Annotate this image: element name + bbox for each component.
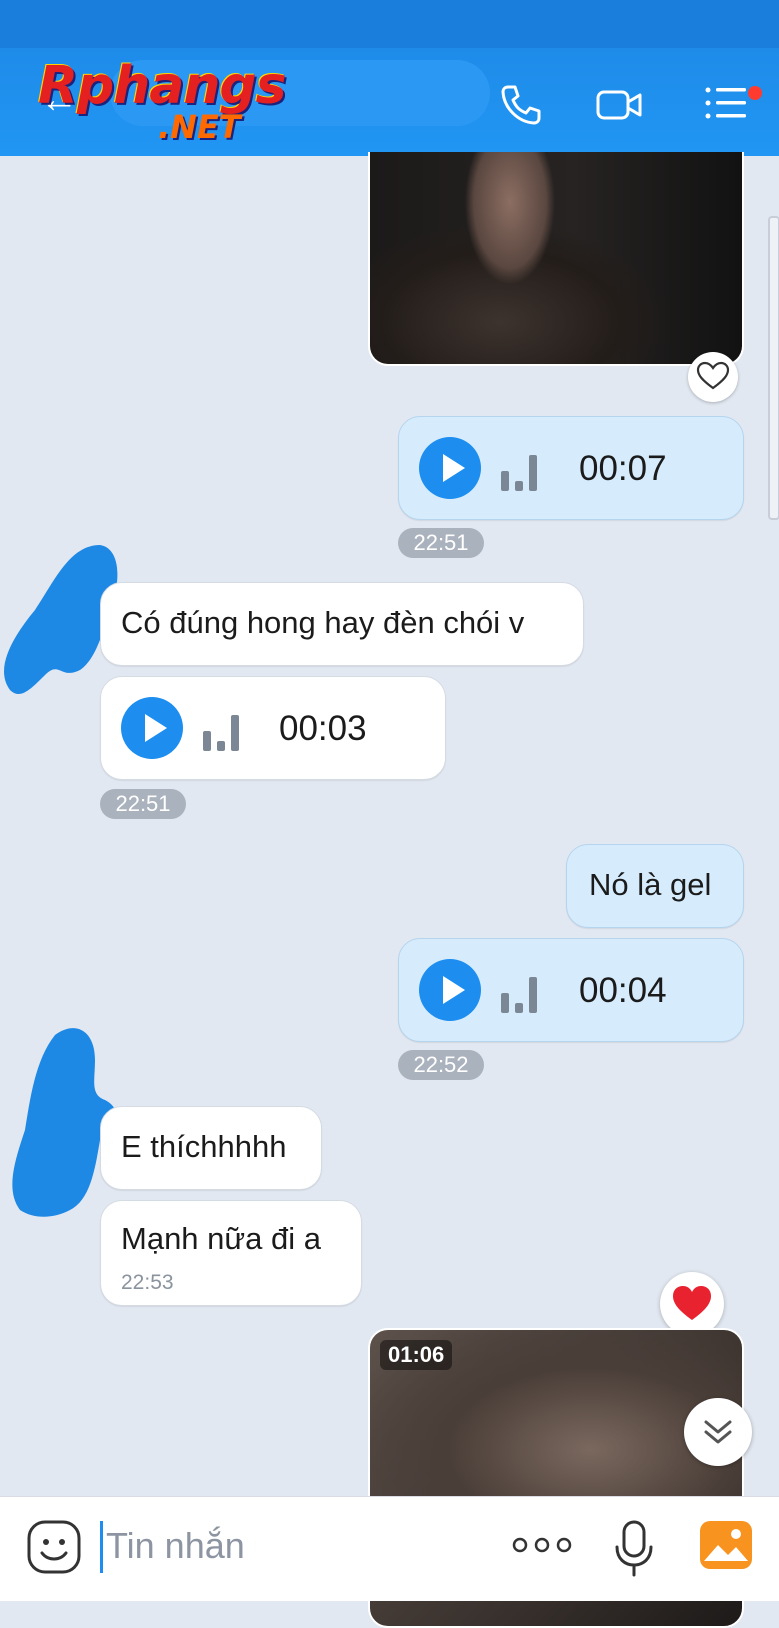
scrollbar[interactable] (768, 216, 779, 520)
outgoing-text-message[interactable]: Nó là gel (566, 844, 744, 928)
phone-icon[interactable] (498, 82, 544, 128)
timestamp: 22:52 (398, 1050, 484, 1080)
incoming-text-message[interactable]: E thíchhhhh (100, 1106, 322, 1190)
scroll-to-bottom-button[interactable] (684, 1398, 752, 1466)
timestamp: 22:51 (398, 528, 484, 558)
menu-list-icon[interactable] (704, 82, 750, 128)
message-text: Mạnh nữa đi a (121, 1221, 321, 1256)
text-caret (100, 1521, 103, 1573)
chat-header: ← Rphangs .NET (0, 0, 779, 156)
message-text: E thíchhhhh (121, 1129, 287, 1164)
video-camera-icon[interactable] (596, 82, 642, 128)
heart-outline-icon (696, 361, 730, 390)
voice-message[interactable]: 00:04 (398, 938, 744, 1042)
react-button[interactable] (688, 352, 738, 402)
heart-filled-icon (673, 1286, 711, 1320)
more-icon[interactable] (512, 1533, 572, 1557)
emoji-icon[interactable] (26, 1519, 82, 1575)
notification-dot (748, 86, 762, 100)
voice-message[interactable]: 00:03 (100, 676, 446, 780)
microphone-icon[interactable] (612, 1519, 656, 1579)
message-input-bar: Tin nhắn (0, 1496, 779, 1601)
voice-duration: 00:04 (579, 971, 667, 1010)
play-icon[interactable] (419, 437, 481, 499)
voice-message[interactable]: 00:07 (398, 416, 744, 520)
waveform-icon (501, 451, 545, 491)
reaction-heart[interactable] (660, 1272, 724, 1336)
gallery-icon[interactable] (698, 1517, 754, 1573)
play-icon[interactable] (419, 959, 481, 1021)
message-input[interactable]: Tin nhắn (106, 1525, 245, 1567)
photo-message[interactable] (368, 152, 744, 366)
watermark-logo: Rphangs .NET (38, 56, 287, 146)
play-icon[interactable] (121, 697, 183, 759)
waveform-icon (203, 711, 247, 751)
waveform-icon (501, 973, 545, 1013)
timestamp: 22:51 (100, 789, 186, 819)
message-text: Có đúng hong hay đèn chói v (121, 605, 525, 640)
watermark-domain: .NET (158, 108, 241, 146)
message-text: Nó là gel (589, 867, 712, 902)
incoming-text-message[interactable]: Có đúng hong hay đèn chói v (100, 582, 584, 666)
incoming-text-message[interactable]: Mạnh nữa đi a 22:53 (100, 1200, 362, 1306)
message-time: 22:53 (121, 1271, 174, 1294)
status-bar (0, 0, 779, 48)
video-duration: 01:06 (380, 1340, 453, 1370)
voice-duration: 00:03 (279, 709, 367, 748)
voice-duration: 00:07 (579, 449, 667, 488)
watermark-text: Rphangs (38, 56, 287, 116)
double-chevron-down-icon (704, 1420, 732, 1444)
